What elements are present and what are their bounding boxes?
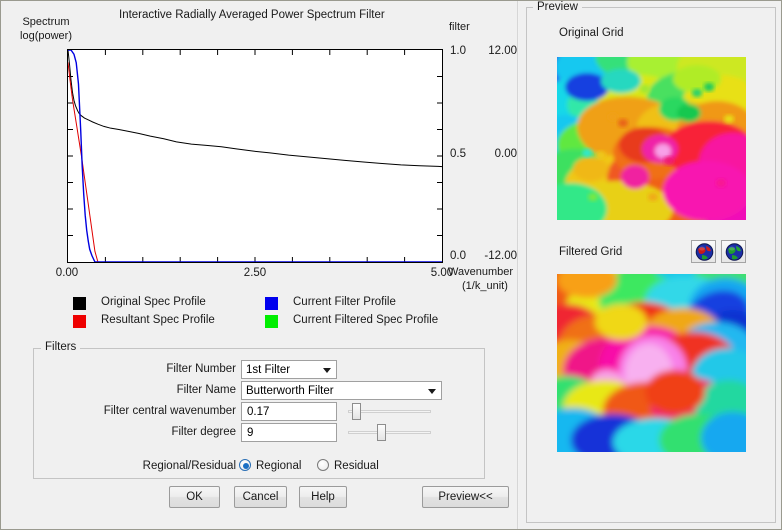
y-axis-caption-left: Spectrum log(power) (11, 15, 81, 43)
y-tick-right-0: 1.0 (450, 45, 466, 57)
globe-red-icon (695, 243, 714, 261)
legend-swatch-original-spec (73, 297, 86, 310)
legend-label-original-spec: Original Spec Profile (101, 296, 206, 308)
radio-regional-label: Regional (256, 460, 302, 472)
filtered-grid-canvas (557, 274, 746, 452)
radio-residual[interactable]: Residual (317, 459, 379, 472)
filter-degree-label: Filter degree (171, 426, 236, 438)
slider-thumb[interactable] (377, 424, 386, 441)
legend-label-resultant-spec: Resultant Spec Profile (101, 314, 215, 326)
axis-ticks (68, 50, 442, 262)
original-grid-canvas (557, 57, 746, 220)
original-grid-image[interactable] (557, 57, 746, 220)
y-tick-right-2: 0.0 (450, 250, 466, 262)
legend-label-current-filtered-spec: Current Filtered Spec Profile (293, 314, 439, 326)
x-tick-2: 5.00 (430, 267, 454, 279)
preview-groupbox-title: Preview (533, 1, 582, 13)
series-current-filter-profile (68, 50, 442, 262)
filters-groupbox-title: Filters (41, 341, 81, 353)
legend-label-current-filter: Current Filter Profile (293, 296, 396, 308)
x-tick-0: 0.00 (55, 267, 79, 279)
filter-number-select[interactable]: 1st Filter (241, 360, 337, 379)
x-axis-caption-line2: (1/k_unit) (462, 280, 508, 292)
y-axis-caption-right: filter (449, 21, 470, 33)
data-curves (68, 50, 442, 262)
filter-name-label: Filter Name (176, 384, 236, 396)
series-original-spec-profile (68, 50, 442, 168)
chevron-down-icon (323, 368, 331, 373)
spectrum-chart[interactable]: Interactive Radially Averaged Power Spec… (1, 1, 517, 292)
globe-green-button[interactable] (721, 240, 746, 263)
original-grid-label: Original Grid (559, 27, 624, 39)
radio-regional[interactable]: Regional (239, 459, 301, 472)
central-wavenumber-label: Filter central wavenumber (103, 405, 236, 417)
radio-residual-label: Residual (334, 460, 379, 472)
y-tick-right-1: 0.5 (450, 148, 466, 160)
filter-name-select[interactable]: Butterworth Filter (241, 381, 442, 400)
panel-divider (517, 1, 519, 529)
legend-swatch-current-filter (265, 297, 278, 310)
preview-button[interactable]: Preview<< (422, 486, 509, 508)
legend-swatch-current-filtered-spec (265, 315, 278, 328)
y-axis-caption-line1: Spectrum (22, 16, 70, 28)
cancel-button[interactable]: Cancel (234, 486, 287, 508)
y-axis-caption-line2: log(power) (20, 30, 72, 42)
central-wavenumber-slider[interactable] (348, 402, 431, 421)
chart-title: Interactive Radially Averaged Power Spec… (119, 9, 385, 21)
filter-number-value: 1st Filter (246, 364, 291, 376)
ok-button[interactable]: OK (169, 486, 220, 508)
chevron-down-icon (428, 389, 436, 394)
radio-regional-indicator[interactable] (239, 459, 251, 471)
filtered-grid-image[interactable] (557, 274, 746, 452)
regional-residual-label: Regional/Residual (142, 460, 236, 472)
globe-red-button[interactable] (691, 240, 716, 263)
filter-degree-slider[interactable] (348, 423, 431, 442)
plot-canvas (68, 50, 442, 262)
help-button[interactable]: Help (299, 486, 347, 508)
main-panel: Interactive Radially Averaged Power Spec… (1, 1, 517, 529)
filter-name-value: Butterworth Filter (246, 385, 334, 397)
legend-swatch-resultant-spec (73, 315, 86, 328)
x-tick-1: 2.50 (243, 267, 267, 279)
slider-thumb[interactable] (352, 403, 361, 420)
central-wavenumber-input[interactable]: 0.17 (241, 402, 337, 421)
series-resultant-spec-profile (68, 62, 442, 262)
chart-legend: Original Spec Profile Resultant Spec Pro… (1, 293, 517, 331)
dialog-window: Interactive Radially Averaged Power Spec… (0, 0, 782, 530)
filtered-grid-label: Filtered Grid (559, 246, 623, 258)
slider-track (348, 431, 431, 434)
globe-green-icon (725, 243, 744, 261)
filter-degree-input[interactable]: 9 (241, 423, 337, 442)
plot-area[interactable] (67, 49, 443, 263)
filter-number-label: Filter Number (166, 363, 236, 375)
radio-residual-indicator[interactable] (317, 459, 329, 471)
